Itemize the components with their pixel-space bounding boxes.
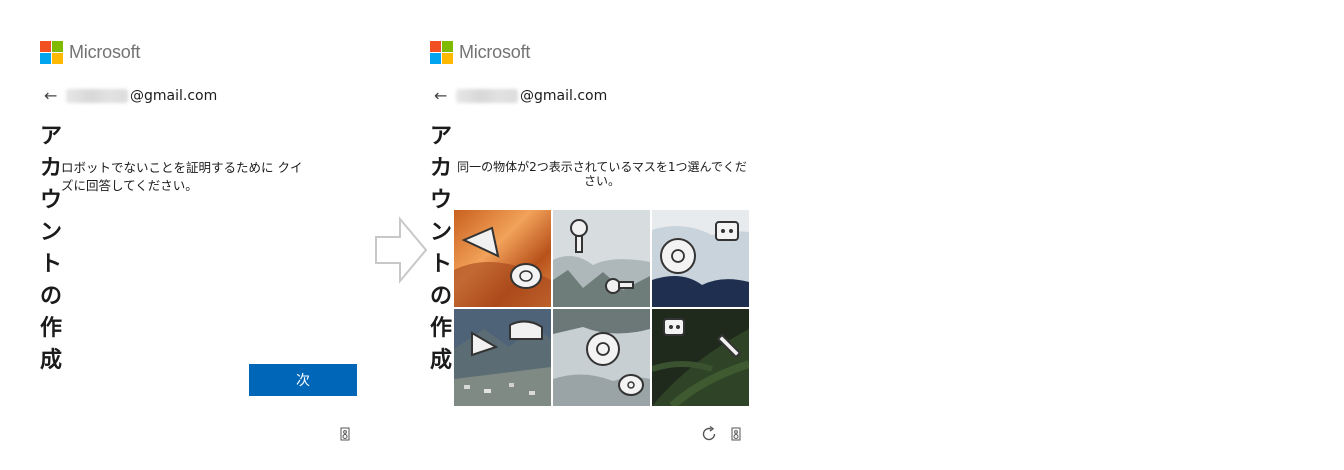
page-title: アカウントの作成	[430, 124, 453, 373]
robot-face-icon	[715, 221, 739, 241]
shoe-icon	[509, 320, 543, 340]
brand-name: Microsoft	[459, 42, 531, 62]
disc-icon	[586, 332, 620, 366]
redacted-email-user	[66, 88, 128, 103]
redacted-email-user	[456, 88, 518, 103]
microsoft-logo-icon	[430, 41, 453, 64]
audio-icon[interactable]	[729, 427, 743, 441]
brand-name: Microsoft	[69, 42, 141, 62]
audio-icon[interactable]	[338, 427, 352, 441]
puzzle-tile-3[interactable]	[652, 210, 749, 307]
puzzle-tile-5[interactable]	[553, 309, 650, 406]
account-row: ← @gmail.com	[434, 86, 607, 105]
robot-head-icon	[663, 318, 685, 336]
page-title: アカウントの作成	[40, 124, 63, 373]
back-arrow-icon[interactable]: ←	[434, 86, 456, 105]
microsoft-logo: Microsoft	[430, 41, 530, 64]
puzzle-tile-6[interactable]	[652, 309, 749, 406]
back-arrow-icon[interactable]: ←	[44, 86, 66, 105]
puzzle-tile-4[interactable]	[454, 309, 551, 406]
description: ロボットでないことを証明するために クイズに回答してください。	[61, 160, 303, 193]
puzzle-tile-1[interactable]	[454, 210, 551, 307]
microsoft-logo: Microsoft	[40, 41, 140, 64]
account-row: ← @gmail.com	[44, 86, 217, 105]
puzzle-instruction: 同一の物体が2つ表示されているマスを1つ選んでください。	[457, 160, 747, 188]
right-arrow-icon	[375, 216, 428, 284]
camera-icon	[618, 374, 644, 396]
email-suffix: @gmail.com	[520, 87, 608, 104]
puzzle-grid	[454, 210, 750, 406]
next-button[interactable]: 次	[249, 364, 357, 396]
email-suffix: @gmail.com	[130, 87, 218, 104]
refresh-icon[interactable]	[700, 425, 718, 443]
disc-icon	[660, 238, 696, 274]
microsoft-logo-icon	[40, 41, 63, 64]
puzzle-tile-2[interactable]	[553, 210, 650, 307]
roll-icon	[510, 263, 542, 289]
